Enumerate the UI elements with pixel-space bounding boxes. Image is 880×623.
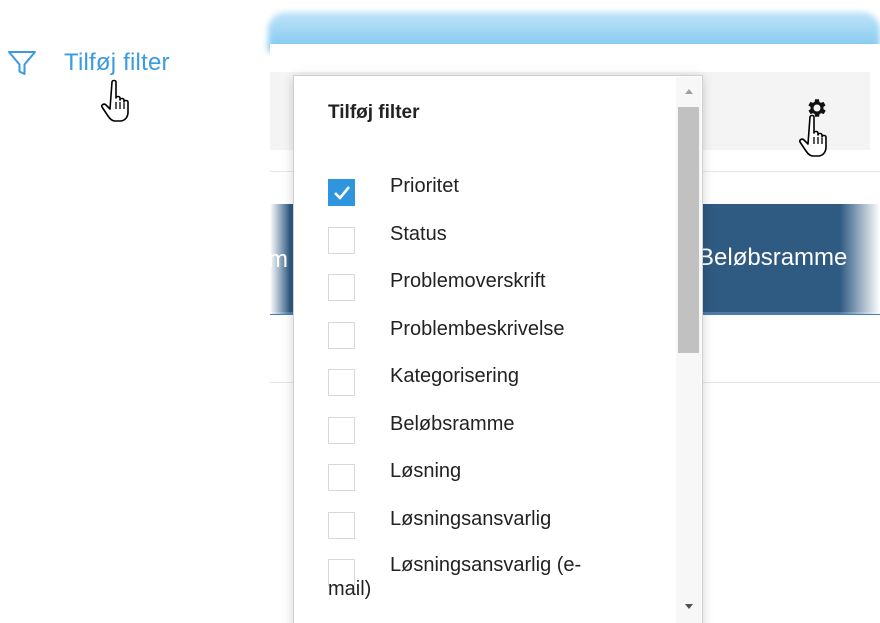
hand-pointer-icon	[798, 113, 838, 164]
scroll-down-arrow-icon[interactable]	[685, 604, 693, 609]
dropdown-title: Tilføj filter	[328, 102, 420, 123]
checkmark-icon	[334, 186, 351, 200]
option-label: Løsning	[390, 460, 462, 482]
option-label: Status	[390, 222, 447, 245]
filter-option-status[interactable]: Status	[328, 223, 668, 271]
filter-option-prioritet[interactable]: Prioritet	[328, 175, 668, 223]
checkbox[interactable]	[328, 464, 355, 491]
option-label: Løsningsansvarlig	[390, 507, 552, 530]
checkbox-checked[interactable]	[328, 179, 355, 206]
checkbox[interactable]	[328, 416, 355, 444]
filter-option-problemoverskrift[interactable]: Problemoverskrift	[328, 270, 668, 318]
checkbox[interactable]	[328, 274, 355, 301]
scroll-up-arrow-icon[interactable]	[685, 89, 693, 94]
filter-option-problembeskrivelse[interactable]: Problembeskrivelse	[328, 318, 668, 366]
add-filter-dropdown: Tilføj filter Prioritet Status Problemov…	[293, 75, 703, 623]
checkbox[interactable]	[328, 321, 355, 349]
filter-option-losningsansvarlig-email[interactable]: Løsningsansvarlig (e-mail)	[328, 554, 668, 603]
column-header-belobsramme[interactable]: Beløbsramme	[698, 244, 847, 272]
scroll-thumb[interactable]	[678, 107, 699, 353]
hand-pointer-icon	[100, 78, 140, 129]
option-label: Kategorisering	[390, 365, 519, 387]
add-filter-label: Tilføj filter	[64, 49, 170, 76]
option-label: Løsningsansvarlig (e-mail)	[328, 554, 582, 600]
option-label: Beløbsramme	[390, 412, 515, 435]
option-label: Problembeskrivelse	[390, 317, 565, 340]
filter-option-list: Prioritet Status Problemoverskrift Probl…	[328, 175, 668, 603]
filter-option-losningsansvarlig[interactable]: Løsningsansvarlig	[328, 508, 668, 556]
checkbox[interactable]	[328, 511, 355, 539]
dropdown-scrollbar[interactable]	[676, 77, 701, 623]
filter-icon	[6, 47, 38, 79]
filter-option-kategorisering[interactable]: Kategorisering	[328, 365, 668, 413]
option-label: Problemoverskrift	[390, 270, 546, 292]
filter-option-belobsramme[interactable]: Beløbsramme	[328, 413, 668, 461]
screen: m Beløbsramme Tilføj filter Tilføj filte…	[0, 0, 880, 623]
add-filter-button[interactable]: Tilføj filter	[6, 47, 170, 79]
checkbox[interactable]	[328, 226, 355, 254]
checkbox[interactable]	[328, 369, 355, 396]
option-label: Prioritet	[390, 175, 459, 197]
filter-option-losning[interactable]: Løsning	[328, 460, 668, 508]
